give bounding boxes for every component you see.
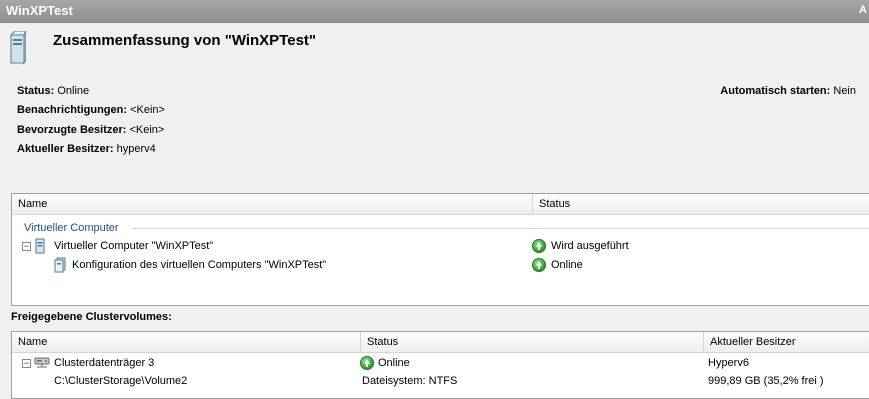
csv-list: Name Status Aktueller Besitzer − Cluster… <box>11 331 869 399</box>
file-system: Dateisystem: NTFS <box>362 375 458 387</box>
auto-start-property: Automatisch starten: Nein <box>720 85 856 97</box>
column-header-name[interactable]: Name <box>12 194 532 214</box>
column-header-name[interactable]: Name <box>12 332 360 352</box>
preferred-owners-label: Bevorzugte Besitzer: <box>17 124 127 136</box>
volume-size: 999,89 GB (35,2% frei ) <box>708 375 824 387</box>
csv-header: Name Status Aktueller Besitzer <box>12 332 869 353</box>
item-name: Konfiguration des virtuellen Computers "… <box>72 259 327 271</box>
preferred-owners-value: <Kein> <box>129 124 165 136</box>
vm-configuration-icon <box>54 257 66 273</box>
preferred-owners-property: Bevorzugte Besitzer: <Kein> <box>17 124 164 136</box>
status-value: Online <box>57 85 90 97</box>
disk-name: Clusterdatenträger 3 <box>54 357 155 369</box>
window-title: WinXPTest <box>6 3 73 18</box>
list-item[interactable]: Konfiguration des virtuellen Computers "… <box>12 256 869 274</box>
list-item[interactable]: − Virtueller Computer "WinXPTest" Wird a… <box>12 237 869 255</box>
current-owner-value: hyperv4 <box>116 143 156 155</box>
summary-title: Zusammenfassung von "WinXPTest" <box>53 32 317 49</box>
server-icon <box>10 31 26 65</box>
current-owner-label: Aktueller Besitzer: <box>17 143 114 155</box>
item-name: Virtueller Computer "WinXPTest" <box>54 240 214 252</box>
table-row[interactable]: − Clusterdatenträger 3 Online Hyperv6 <box>12 354 869 372</box>
online-arrow-icon <box>532 239 546 253</box>
column-header-status[interactable]: Status <box>533 194 869 214</box>
status-property: Status: Online <box>17 85 89 97</box>
resources-list: Name Status Virtueller Computer − Virtue… <box>11 193 869 306</box>
item-status: Wird ausgeführt <box>551 240 629 252</box>
collapse-toggle[interactable]: − <box>22 359 31 368</box>
resources-header: Name Status <box>12 194 869 215</box>
notifications-property: Benachrichtigungen: <Kein> <box>17 104 165 116</box>
window-titlebar: WinXPTest A <box>0 0 869 23</box>
disk-status: Online <box>378 357 410 369</box>
disk-owner: Hyperv6 <box>708 357 749 369</box>
cluster-disk-icon <box>34 357 50 368</box>
group-virtual-computer: Virtueller Computer <box>24 222 119 234</box>
titlebar-right-text: A <box>859 4 867 16</box>
auto-start-value: Nein <box>833 85 856 97</box>
status-label: Status: <box>17 85 55 97</box>
collapse-toggle[interactable]: − <box>22 242 31 251</box>
volume-path: C:\ClusterStorage\Volume2 <box>54 375 188 387</box>
notifications-label: Benachrichtigungen: <box>17 104 128 116</box>
virtual-machine-icon <box>35 238 45 254</box>
column-header-status[interactable]: Status <box>361 332 703 352</box>
auto-start-label: Automatisch starten: <box>720 85 831 97</box>
notifications-value: <Kein> <box>130 104 165 116</box>
current-owner-property: Aktueller Besitzer: hyperv4 <box>17 143 156 155</box>
online-arrow-icon <box>532 258 546 272</box>
csv-section-label: Freigegebene Clustervolumes: <box>11 311 172 323</box>
online-arrow-icon <box>360 356 374 370</box>
table-row-detail: C:\ClusterStorage\Volume2 Dateisystem: N… <box>12 372 869 390</box>
group-separator <box>132 228 869 229</box>
item-status: Online <box>551 259 583 271</box>
column-header-current-owner[interactable]: Aktueller Besitzer <box>704 332 869 352</box>
